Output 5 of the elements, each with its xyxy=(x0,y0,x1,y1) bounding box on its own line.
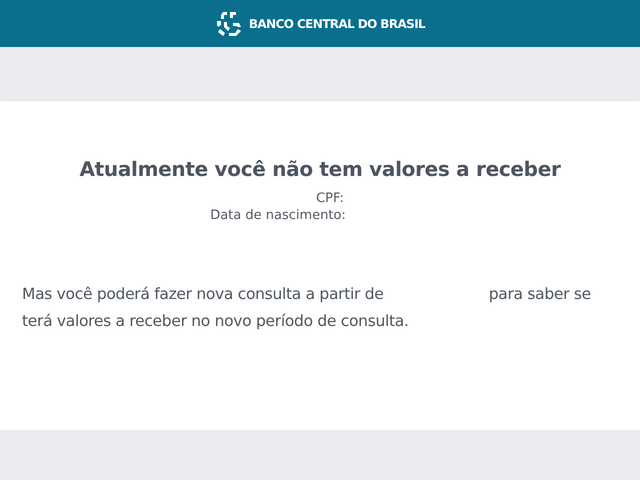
result-title: Atualmente você não tem valores a receber xyxy=(78,157,562,181)
message-text: Mas você poderá fazer nova consulta a partir de para saber se terá valores a receber no novo período de consulta. xyxy=(22,284,592,332)
birth-date-label: Data de nascimento: xyxy=(209,208,347,223)
cpf-label: CPF: xyxy=(315,191,345,206)
logo-text: BANCO CENTRAL DO BRASIL xyxy=(248,16,426,30)
